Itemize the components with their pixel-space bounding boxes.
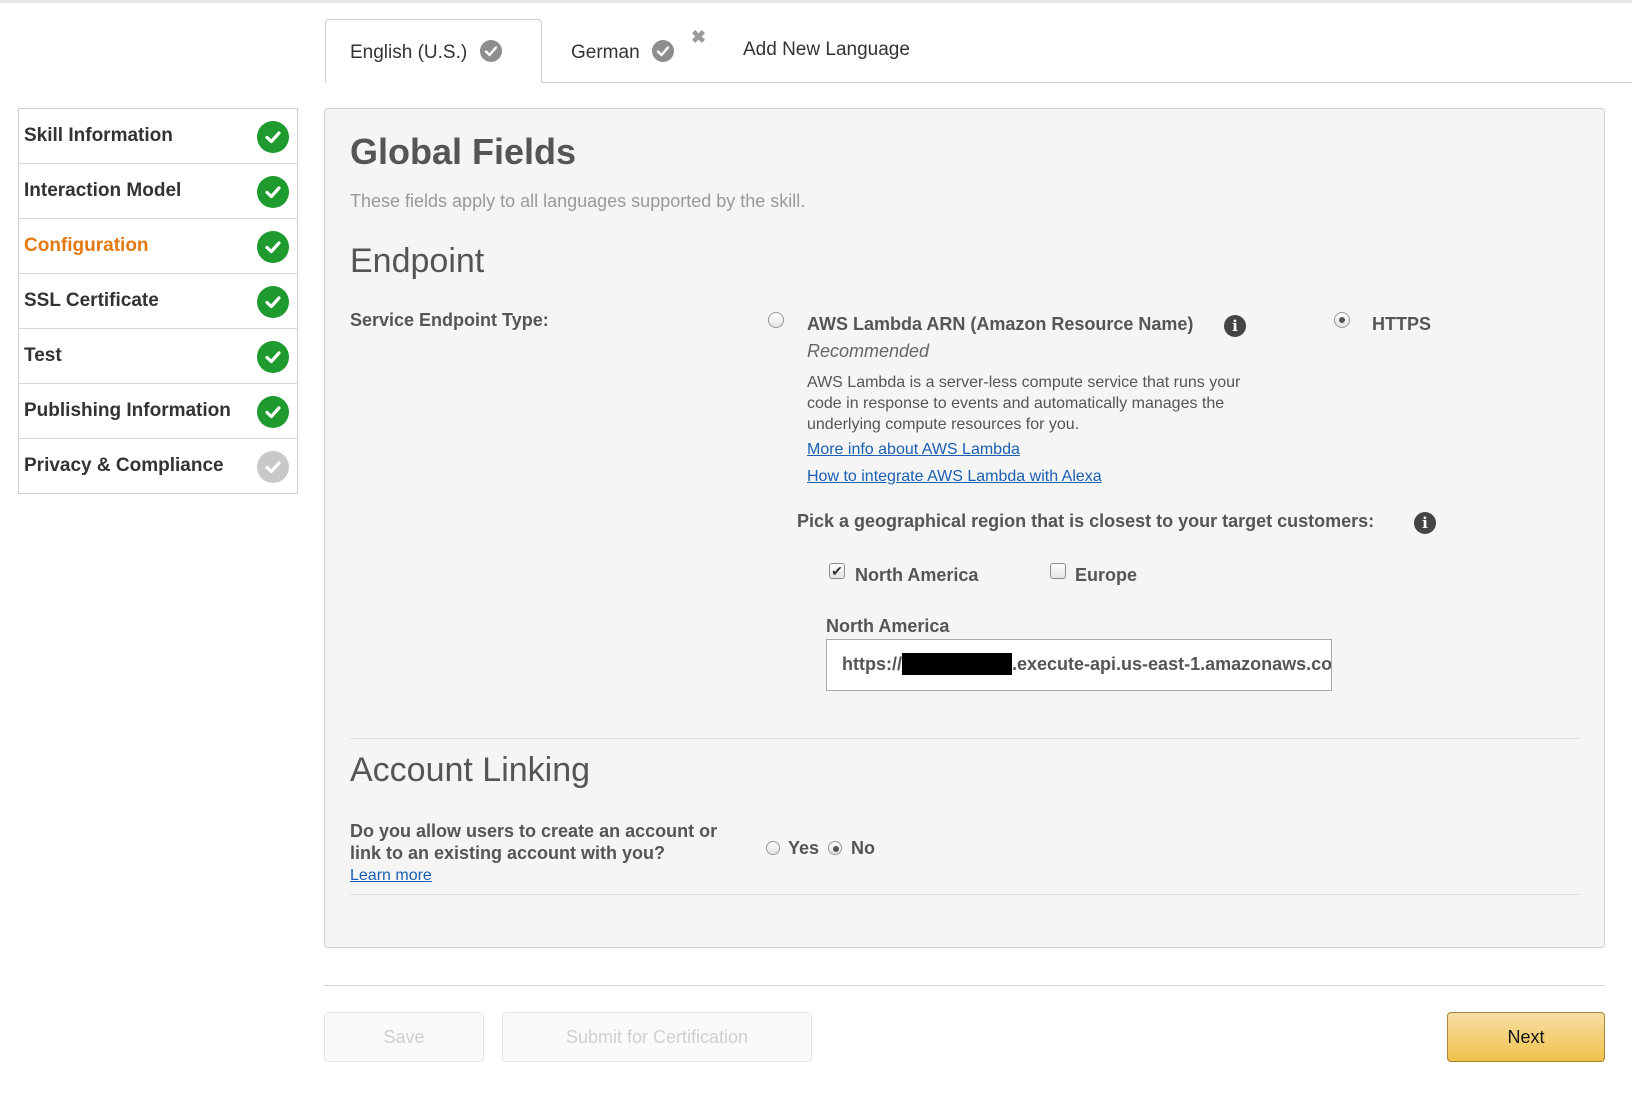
radio-aws-lambda[interactable] — [768, 312, 784, 328]
sidebar-item-label: Configuration — [24, 235, 149, 256]
info-icon[interactable]: i — [1414, 512, 1436, 534]
radio-https[interactable] — [1334, 312, 1350, 328]
check-circle-icon — [257, 176, 289, 208]
check-circle-icon — [480, 40, 502, 62]
section-divider — [350, 894, 1580, 895]
check-circle-icon — [257, 451, 289, 483]
sidebar-item-test[interactable]: Test — [19, 329, 297, 384]
sidebar-item-configuration[interactable]: Configuration — [19, 219, 297, 274]
sidebar-item-label: Privacy & Compliance — [24, 455, 224, 476]
tab-german[interactable]: German — [571, 42, 640, 64]
tab-english-us-label: English (U.S.) — [350, 42, 468, 63]
endpoint-url-input[interactable]: https:// .execute-api.us-east-1.amazonaws… — [826, 639, 1332, 691]
sidebar-item-interaction-model[interactable]: Interaction Model — [19, 164, 297, 219]
account-linking-question: Do you allow users to create an account … — [350, 821, 718, 841]
learn-more-link[interactable]: Learn more — [350, 867, 432, 885]
url-suffix: .execute-api.us-east-1.amazonaws.com — [1012, 654, 1332, 674]
sidebar-item-label: SSL Certificate — [24, 290, 159, 311]
page-subtitle: These fields apply to all languages supp… — [350, 191, 806, 211]
recommended-label: Recommended — [807, 341, 930, 361]
aws-lambda-description: AWS Lambda is a server-less compute serv… — [807, 374, 1241, 433]
sidebar-nav: Skill Information Interaction Model Conf… — [18, 108, 298, 494]
sidebar-item-publishing-information[interactable]: Publishing Information — [19, 384, 297, 439]
sidebar-item-label: Interaction Model — [24, 180, 182, 201]
more-info-aws-lambda-link[interactable]: More info about AWS Lambda — [807, 441, 1020, 459]
checkbox-europe[interactable] — [1050, 563, 1066, 579]
north-america-label: North America — [855, 565, 979, 585]
check-circle-icon — [652, 40, 674, 62]
close-icon[interactable]: ✖ — [691, 27, 706, 48]
add-new-language-tab[interactable]: Add New Language — [743, 39, 910, 61]
global-fields-panel: Global Fields These fields apply to all … — [324, 108, 1605, 948]
radio-account-linking-no[interactable] — [828, 841, 842, 855]
section-divider — [350, 738, 1580, 739]
footer-divider — [324, 985, 1605, 986]
endpoint-heading: Endpoint — [350, 242, 485, 280]
page-title: Global Fields — [350, 131, 577, 172]
integrate-aws-lambda-alexa-link[interactable]: How to integrate AWS Lambda with Alexa — [807, 468, 1102, 486]
url-field-label: North America — [826, 616, 950, 636]
no-label: No — [851, 838, 875, 858]
sidebar-item-label: Skill Information — [24, 125, 173, 146]
next-button[interactable]: Next — [1447, 1012, 1605, 1062]
check-circle-icon — [257, 396, 289, 428]
submit-for-certification-button[interactable]: Submit for Certification — [502, 1012, 812, 1062]
yes-label: Yes — [788, 838, 820, 858]
save-button[interactable]: Save — [324, 1012, 484, 1062]
url-prefix: https:// — [842, 654, 902, 674]
service-endpoint-type-label: Service Endpoint Type: — [350, 310, 549, 330]
aws-lambda-label: AWS Lambda ARN (Amazon Resource Name) — [807, 314, 1194, 334]
info-icon[interactable]: i — [1224, 315, 1246, 337]
sidebar-item-privacy-compliance[interactable]: Privacy & Compliance — [19, 439, 297, 494]
sidebar-item-ssl-certificate[interactable]: SSL Certificate — [19, 274, 297, 329]
check-circle-icon — [257, 286, 289, 318]
redacted-block — [902, 652, 1012, 675]
checkbox-north-america[interactable]: ✔ — [829, 563, 845, 579]
top-border — [0, 0, 1632, 3]
account-linking-heading: Account Linking — [350, 751, 591, 789]
account-linking-question: link to an existing account with you? — [350, 843, 666, 863]
radio-account-linking-yes[interactable] — [766, 841, 780, 855]
check-circle-icon — [257, 231, 289, 263]
sidebar-item-label: Test — [24, 345, 62, 366]
sidebar-item-skill-information[interactable]: Skill Information — [19, 109, 297, 164]
https-label: HTTPS — [1372, 314, 1432, 334]
sidebar-item-label: Publishing Information — [24, 400, 231, 421]
check-circle-icon — [257, 341, 289, 373]
check-circle-icon — [257, 121, 289, 153]
region-prompt: Pick a geographical region that is close… — [797, 511, 1375, 531]
europe-label: Europe — [1075, 565, 1138, 585]
